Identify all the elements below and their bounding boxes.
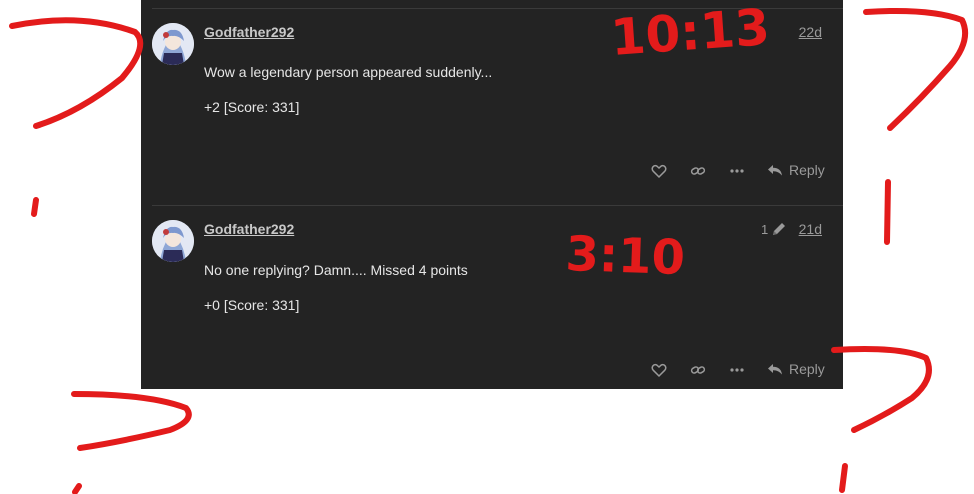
avatar[interactable] [152,220,194,262]
post-stream: Godfather292 22d Wow a legendary person … [141,0,843,389]
post-actions: Reply [651,360,826,380]
post-body: No one replying? Damn.... Missed 4 point… [204,262,468,278]
post-date-link[interactable]: 22d [799,24,822,40]
link-icon[interactable] [690,163,706,179]
question-mark-scribble-bottom-right [831,346,932,493]
reply-button[interactable]: Reply [767,161,827,181]
edit-count[interactable]: 1 [761,222,768,237]
reply-label: Reply [789,162,825,178]
post-score: +0 [Score: 331] [204,297,300,313]
post-score: +2 [Score: 331] [204,99,300,115]
question-mark-scribble-top-left [9,17,144,217]
post-divider [152,205,843,206]
more-icon[interactable] [729,163,745,179]
avatar[interactable] [152,23,194,65]
heart-icon[interactable] [651,362,667,378]
question-mark-scribble-bottom-left [71,391,192,494]
link-icon[interactable] [690,362,706,378]
heart-icon[interactable] [651,163,667,179]
post-body: Wow a legendary person appeared suddenly… [204,64,493,80]
post-actions: Reply [651,161,826,181]
reply-arrow-icon [768,364,782,375]
username-link[interactable]: Godfather292 [204,24,294,40]
post-date-link[interactable]: 21d [799,221,822,237]
reply-button[interactable]: Reply [767,360,827,380]
more-icon[interactable] [729,362,745,378]
pencil-icon[interactable] [771,221,787,237]
post-divider [152,8,843,9]
question-mark-scribble-top-right [863,8,968,245]
reply-arrow-icon [768,165,782,176]
username-link[interactable]: Godfather292 [204,221,294,237]
avatar-image [152,23,194,65]
reply-label: Reply [789,361,825,377]
avatar-image [152,220,194,262]
